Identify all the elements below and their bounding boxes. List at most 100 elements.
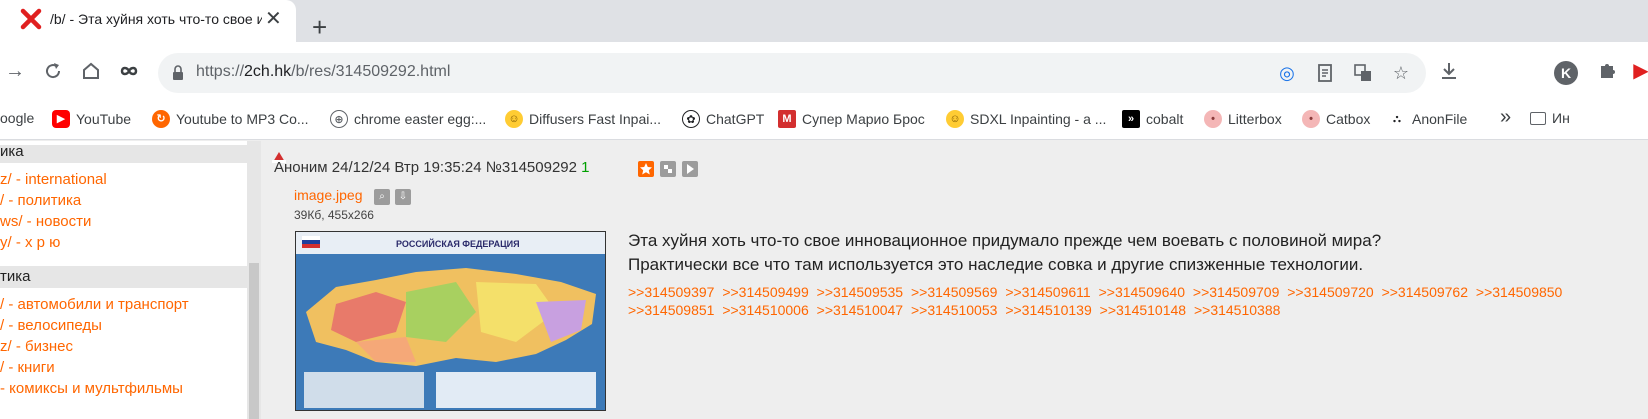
tab-strip: /b/ - Эта хуйня хоть что-то свое иннова … (0, 0, 1648, 42)
image-search-icon[interactable]: ⌕ (374, 189, 390, 205)
lock-icon (173, 65, 183, 80)
reader-mode-icon[interactable] (1314, 62, 1336, 84)
reply-link[interactable]: >>314510148 (1100, 302, 1186, 318)
sidebar-scrollbar[interactable] (247, 141, 261, 419)
page-content: ика z/ - international / - политика ws/ … (0, 141, 1648, 419)
reply-link[interactable]: >>314510047 (817, 302, 903, 318)
sidebar-link[interactable]: ws/ - новости (0, 213, 91, 230)
reply-link[interactable]: >>314510388 (1194, 302, 1280, 318)
reply-link[interactable]: >>314509850 (1476, 284, 1562, 300)
sidebar-link[interactable]: - комиксы и мультфильмы (0, 380, 183, 397)
sidebar-link[interactable]: z/ - international (0, 171, 107, 188)
file-meta: 39Кб, 455x266 (294, 208, 374, 222)
browser-toolbar: → https://2ch.hk/b/res/314509292.html ◎ … (0, 42, 1648, 100)
sidebar-link[interactable]: / - велосипеды (0, 317, 102, 334)
bookmark-anonfile[interactable]: ⛬ AnonFile (1388, 110, 1467, 128)
reply-links: >>314509397 >>314509499 >>314509535 >>31… (628, 283, 1648, 319)
reload-icon[interactable] (42, 60, 64, 82)
post-menu-button[interactable] (660, 161, 676, 177)
sidebar-link[interactable]: / - автомобили и транспорт (0, 296, 189, 313)
favorite-star-button[interactable] (638, 161, 654, 177)
catbox-icon: • (1302, 110, 1320, 128)
bookmark-sdxl[interactable]: ☺ SDXL Inpainting - a ... (946, 110, 1106, 128)
file-name-link[interactable]: image.jpeg (294, 187, 363, 203)
bookmark-chrome-easter-egg[interactable]: ⊕ chrome easter egg:... (330, 110, 486, 128)
hugging-face-icon: ☺ (946, 110, 964, 128)
reply-link[interactable]: >>314509720 (1287, 284, 1373, 300)
bookmark-litterbox[interactable]: • Litterbox (1204, 110, 1282, 128)
new-tab-button[interactable]: + (312, 14, 327, 40)
bookmark-star-icon[interactable]: ☆ (1390, 62, 1412, 84)
address-bar[interactable]: https://2ch.hk/b/res/314509292.html ◎ ☆ (158, 53, 1426, 93)
url-text: https://2ch.hk/b/res/314509292.html (196, 63, 451, 80)
play-button[interactable] (682, 161, 698, 177)
map-title: РОССИЙСКАЯ ФЕДЕРАЦИЯ (396, 238, 520, 249)
bookmark-cobalt[interactable]: » cobalt (1122, 110, 1183, 128)
bookmark-mario[interactable]: M Супер Марио Брос (778, 110, 925, 128)
hugging-face-icon: ☺ (505, 110, 523, 128)
bookmark-youtube[interactable]: ▶ YouTube (52, 110, 131, 128)
extensions-puzzle-icon[interactable] (1596, 60, 1618, 82)
reply-link[interactable]: >>314509535 (817, 284, 903, 300)
sidebar-section-header: тика (0, 266, 247, 288)
browser-tab[interactable]: /b/ - Эта хуйня хоть что-то свое иннова … (0, 0, 296, 42)
anonfile-icon: ⛬ (1388, 110, 1406, 128)
bookmark-folder-other[interactable]: Ин (1530, 110, 1570, 126)
bookmark-google[interactable]: oogle (0, 110, 34, 126)
sidebar-link[interactable]: z/ - бизнес (0, 338, 73, 355)
globe-icon: ⊕ (330, 110, 348, 128)
post-line: Практически все что там используется это… (628, 255, 1364, 274)
eye-slash-icon[interactable]: ◎ (1276, 62, 1298, 84)
post-line: Эта хуйня хоть что-то свое инновационное… (628, 231, 1382, 250)
mario-icon: M (778, 110, 796, 128)
post-image-thumbnail[interactable]: РОССИЙСКАЯ ФЕДЕРАЦИЯ (295, 231, 606, 411)
refresh-orange-icon: ↻ (152, 110, 170, 128)
reply-link[interactable]: >>314510053 (911, 302, 997, 318)
reply-link[interactable]: >>314510139 (1005, 302, 1091, 318)
bookmark-youtube-to-mp3[interactable]: ↻ Youtube to MP3 Co... (152, 110, 309, 128)
sidebar-section-header: ика (0, 144, 247, 163)
bookmark-chatgpt[interactable]: ✿ ChatGPT (682, 110, 764, 128)
folder-icon (1530, 111, 1546, 125)
download-icon[interactable] (1438, 60, 1460, 82)
reply-link[interactable]: >>314509851 (628, 302, 714, 318)
bookmark-diffusers[interactable]: ☺ Diffusers Fast Inpai... (505, 110, 661, 128)
reply-link[interactable]: >>314509397 (628, 284, 714, 300)
tab-close-icon[interactable]: ✕ (265, 9, 282, 29)
litterbox-icon: • (1204, 110, 1222, 128)
post-author: Аноним (274, 159, 328, 176)
profile-avatar[interactable]: K (1554, 61, 1578, 85)
incognito-infinity-icon[interactable] (118, 60, 140, 82)
reply-link[interactable]: >>314509640 (1099, 284, 1185, 300)
bookmarks-bar: oogle ▶ YouTube ↻ Youtube to MP3 Co... ⊕ ch… (0, 100, 1648, 140)
extension-red-icon[interactable]: ▶ (1630, 60, 1648, 82)
post-body: Эта хуйня хоть что-то свое инновационное… (628, 229, 1381, 277)
red-x-favicon-icon (20, 8, 42, 30)
scrollbar-thumb[interactable] (249, 263, 259, 419)
reply-link[interactable]: >>314509499 (722, 284, 808, 300)
youtube-icon: ▶ (52, 110, 70, 128)
reply-link[interactable]: >>314509569 (911, 284, 997, 300)
forward-icon[interactable]: → (4, 60, 26, 82)
sidebar-link[interactable]: / - книги (0, 359, 55, 376)
sidebar-link[interactable]: y/ - х р ю (0, 234, 60, 251)
post-header: Аноним 24/12/24 Втр 19:35:24 №314509292 … (274, 159, 589, 176)
openai-icon: ✿ (682, 110, 700, 128)
download-file-icon[interactable]: ⇩ (395, 189, 411, 205)
translate-icon[interactable] (1352, 62, 1374, 84)
post-reply-count: 1 (581, 159, 590, 176)
reply-link[interactable]: >>314509762 (1382, 284, 1468, 300)
reply-link[interactable]: >>314509611 (1005, 284, 1090, 300)
reply-link[interactable]: >>314509709 (1193, 284, 1279, 300)
tab-title: /b/ - Эта хуйня хоть что-то свое иннова (50, 11, 262, 27)
home-icon[interactable] (80, 60, 102, 82)
bookmark-catbox[interactable]: • Catbox (1302, 110, 1370, 128)
reply-link[interactable]: >>314510006 (722, 302, 808, 318)
bookmarks-overflow-button[interactable]: » (1500, 106, 1511, 129)
post-date: 24/12/24 Втр 19:35:24 (331, 159, 482, 176)
russia-map-image: РОССИЙСКАЯ ФЕДЕРАЦИЯ (296, 232, 605, 410)
cobalt-icon: » (1122, 110, 1140, 128)
board-sidebar: ика z/ - international / - политика ws/ … (0, 141, 247, 419)
post-number[interactable]: №314509292 (486, 159, 577, 176)
sidebar-link[interactable]: / - политика (0, 192, 81, 209)
